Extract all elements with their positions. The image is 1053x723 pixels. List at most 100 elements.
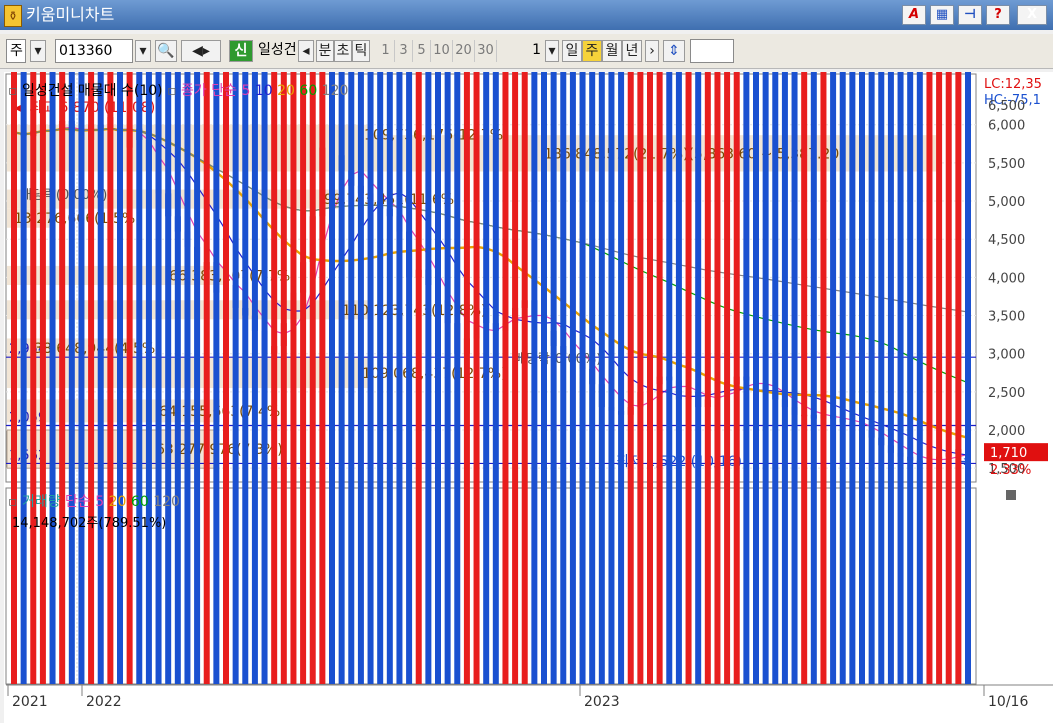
tab-tick[interactable]: 틱 bbox=[352, 40, 370, 62]
code-dropdown-icon[interactable]: ▾ bbox=[135, 40, 151, 62]
volume-bar bbox=[136, 72, 143, 684]
volume-bar bbox=[916, 72, 923, 684]
volume-bar bbox=[907, 72, 914, 684]
volume-bar bbox=[20, 72, 27, 684]
volume-bar bbox=[666, 72, 673, 684]
period-day[interactable]: 일 bbox=[562, 40, 582, 62]
ma5-label: 5 bbox=[241, 83, 251, 99]
volume-bar bbox=[830, 72, 837, 684]
volume-bar bbox=[897, 72, 904, 684]
volume-bar bbox=[762, 72, 769, 684]
volume-bar bbox=[550, 72, 557, 684]
x-axis-label: 2022 bbox=[86, 694, 122, 710]
volume-bar bbox=[174, 72, 181, 684]
volume-bar bbox=[839, 72, 846, 684]
volume-bar bbox=[165, 72, 172, 684]
price-axis-label: 5,000 bbox=[988, 195, 1025, 210]
volume-bar bbox=[685, 72, 692, 684]
volume-bar bbox=[955, 72, 962, 684]
new-listing-button[interactable]: 신 bbox=[229, 40, 253, 62]
volume-bar bbox=[49, 72, 56, 684]
volume-bar bbox=[473, 72, 480, 684]
volume-bar bbox=[300, 72, 307, 684]
volume-bar bbox=[406, 72, 413, 684]
volume-bar bbox=[444, 72, 451, 684]
volume-bar bbox=[251, 72, 258, 684]
minute-option[interactable]: 3 bbox=[395, 40, 413, 62]
x-axis-label: 2023 bbox=[584, 694, 620, 710]
extra-input[interactable] bbox=[690, 39, 734, 63]
volume-bar bbox=[560, 72, 567, 684]
vma20-label: 20 bbox=[108, 494, 127, 510]
current-price: 1,710 bbox=[990, 446, 1027, 461]
period-month[interactable]: 월 bbox=[602, 40, 622, 62]
minute-option[interactable]: 1 bbox=[377, 40, 395, 62]
volume-bar bbox=[280, 72, 287, 684]
layout-button[interactable]: ▦ bbox=[930, 5, 954, 25]
volume-bar bbox=[88, 72, 95, 684]
volume-bar bbox=[39, 72, 46, 684]
interval-dropdown-icon[interactable]: ▾ bbox=[545, 40, 559, 62]
price-axis-label: 4,000 bbox=[988, 271, 1025, 286]
market-dropdown-icon[interactable]: ▾ bbox=[30, 40, 46, 62]
volume-bar bbox=[589, 72, 596, 684]
volume-bar bbox=[810, 72, 817, 684]
code-input[interactable]: 013360 bbox=[55, 39, 133, 63]
pin-button[interactable]: ⊣ bbox=[958, 5, 982, 25]
minute-option[interactable]: 10 bbox=[431, 40, 453, 62]
volume-bar bbox=[242, 72, 249, 684]
vma60-label: 60 bbox=[130, 494, 149, 510]
price-axis-label: 6,000 bbox=[988, 119, 1025, 134]
volume-bar bbox=[11, 72, 17, 684]
stock-chart[interactable]: 2,9542,0591,562109,736,176(12.7%)186,848… bbox=[4, 72, 1053, 723]
volume-bar bbox=[801, 72, 808, 684]
volume-bar bbox=[68, 72, 75, 684]
volume-bar bbox=[704, 72, 711, 684]
tab-second[interactable]: 초 bbox=[334, 40, 352, 62]
volume-bar bbox=[859, 72, 865, 684]
volume-bar bbox=[59, 72, 66, 684]
updown-icon[interactable]: ⇕ bbox=[663, 40, 685, 62]
minute-option[interactable]: 30 bbox=[475, 40, 497, 62]
volume-bar bbox=[203, 72, 210, 684]
volume-bar bbox=[271, 72, 278, 684]
volume-bar bbox=[194, 72, 201, 684]
volume-bar bbox=[820, 72, 827, 684]
volume-bar bbox=[319, 72, 326, 684]
volume-bar bbox=[579, 72, 586, 684]
volume-bar bbox=[454, 72, 461, 684]
volume-bar bbox=[232, 72, 239, 684]
interval-input[interactable]: 1 bbox=[520, 39, 544, 63]
search-icon[interactable]: 🔍 bbox=[155, 40, 177, 62]
period-year[interactable]: 년 bbox=[622, 40, 642, 62]
stock-name: 일성건 bbox=[255, 39, 297, 63]
volume-bar bbox=[184, 72, 191, 684]
font-button[interactable]: A bbox=[902, 5, 926, 25]
help-button[interactable]: ? bbox=[986, 5, 1010, 25]
tab-minute[interactable]: 분 bbox=[316, 40, 334, 62]
close-button[interactable]: X bbox=[1017, 5, 1047, 25]
volume-bar bbox=[357, 72, 364, 684]
volume-ma-label: 단순 bbox=[65, 494, 91, 510]
panel-option-icon bbox=[1006, 490, 1016, 500]
chart-area[interactable]: 2,9542,0591,562109,736,176(12.7%)186,848… bbox=[4, 72, 1053, 723]
volume-bar bbox=[126, 72, 133, 684]
minute-option[interactable]: 20 bbox=[453, 40, 475, 62]
market-select[interactable]: 주 bbox=[6, 39, 26, 63]
prev-arrow-icon[interactable]: ◂ bbox=[298, 40, 314, 62]
volume-bar bbox=[502, 72, 509, 684]
price-axis-label: 2,000 bbox=[988, 424, 1025, 439]
period-week[interactable]: 주 bbox=[582, 40, 602, 62]
volume-bar bbox=[155, 72, 162, 684]
minute-option[interactable]: 5 bbox=[413, 40, 431, 62]
volume-bar bbox=[492, 72, 499, 684]
volume-bar bbox=[290, 72, 297, 684]
next-arrow-icon[interactable]: › bbox=[645, 40, 659, 62]
volume-max-label: 14,148,702주(789.51%) bbox=[12, 516, 167, 531]
vma5-label: 5 bbox=[95, 494, 105, 510]
volume-profile-label: 186,848,572(21.7%)(5,863.60 ~ 5,387.20) bbox=[544, 146, 845, 162]
price-axis-label: 6,500 bbox=[988, 99, 1025, 114]
volume-bar bbox=[512, 72, 519, 684]
speaker-icon[interactable]: ◀▸ bbox=[181, 40, 221, 62]
volume-bar bbox=[887, 72, 894, 684]
